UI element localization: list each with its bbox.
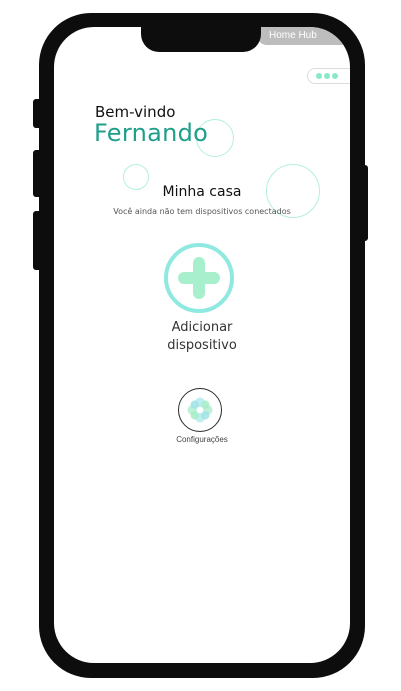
phone-mockup-stage: Home Hub Bem-vindo Fernando Minha casa V… bbox=[0, 0, 401, 691]
home-title: Minha casa bbox=[162, 184, 242, 200]
app-name-pill: Home Hub bbox=[257, 27, 350, 45]
user-name: Fernando bbox=[94, 119, 209, 147]
add-device-label-line1: Adicionar bbox=[171, 320, 233, 335]
phone-notch bbox=[141, 27, 261, 52]
menu-dot bbox=[316, 73, 322, 79]
plus-icon bbox=[178, 257, 220, 299]
menu-dot bbox=[324, 73, 330, 79]
add-device-button[interactable] bbox=[164, 243, 234, 313]
menu-dot bbox=[332, 73, 338, 79]
settings-label[interactable]: Configurações bbox=[54, 435, 350, 444]
add-device-label[interactable]: Adicionar dispositivo bbox=[54, 319, 350, 355]
empty-devices-message: Você ainda não tem dispositivos conectad… bbox=[113, 207, 291, 216]
app-screen: Home Hub Bem-vindo Fernando Minha casa V… bbox=[54, 27, 350, 663]
dots-menu-icon[interactable] bbox=[307, 68, 350, 84]
settings-button[interactable] bbox=[178, 388, 222, 432]
add-device-label-line2: dispositivo bbox=[167, 338, 237, 353]
flower-gear-icon bbox=[187, 397, 213, 423]
phone-frame: Home Hub Bem-vindo Fernando Minha casa V… bbox=[39, 13, 365, 678]
